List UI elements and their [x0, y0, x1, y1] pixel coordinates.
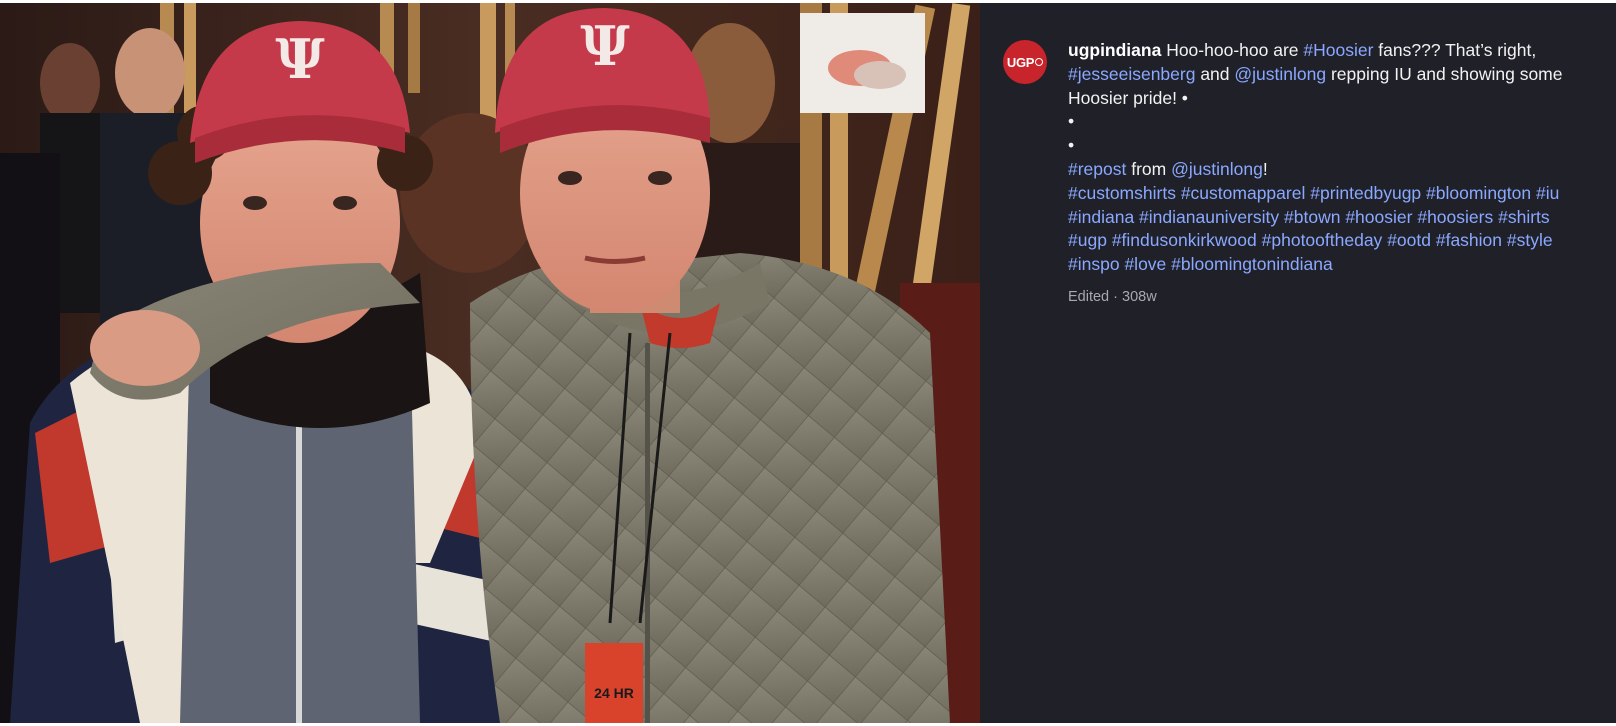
hashtag-link[interactable]: #findusonkirkwood — [1112, 230, 1257, 250]
hashtag-link[interactable]: #bloomingtonindiana — [1171, 254, 1333, 274]
hashtag-link[interactable]: #inspo — [1068, 254, 1120, 274]
avatar-logo: UGP — [1006, 54, 1035, 70]
mention-link[interactable]: @justinlong — [1234, 64, 1326, 84]
avatar-emblem-icon — [1035, 58, 1044, 66]
hashtag-link[interactable]: #hoosiers — [1417, 207, 1493, 227]
profile-avatar[interactable]: UGP — [1003, 40, 1047, 84]
hashtag-link[interactable]: #love — [1124, 254, 1166, 274]
caption-text: Hoo-hoo-hoo are — [1161, 40, 1304, 60]
hashtag-link[interactable]: #iu — [1536, 183, 1559, 203]
edited-label: Edited — [1068, 289, 1110, 305]
hashtag-link[interactable]: #indianauniversity — [1139, 207, 1279, 227]
post-age[interactable]: 308w — [1122, 289, 1157, 305]
hashtag-link[interactable]: #customapparel — [1181, 183, 1306, 203]
caption-text: fans??? That’s right, — [1373, 40, 1537, 60]
hashtag-link[interactable]: #style — [1507, 230, 1553, 250]
caption-text: repping IU and showing some — [1326, 63, 1563, 84]
hashtag-link[interactable]: #printedbyugp — [1310, 183, 1421, 203]
caption-bullet: • — [1068, 135, 1075, 156]
cap-logo-left: Ψ — [275, 27, 324, 91]
caption-text: and — [1195, 63, 1235, 84]
caption-panel: UGP ugpindiana Hoo-hoo-hoo are #Hoosier … — [980, 3, 1616, 723]
hashtag-link[interactable]: #photooftheday — [1262, 230, 1383, 250]
event-badge — [585, 643, 643, 723]
hashtag-link[interactable]: #bloomington — [1426, 183, 1531, 203]
mention-link[interactable]: @justinlong — [1171, 159, 1263, 179]
hashtag-link[interactable]: #ootd — [1387, 230, 1431, 250]
hashtag-link[interactable]: #Hoosier — [1303, 40, 1373, 60]
caption-text: from — [1126, 158, 1172, 179]
meta-separator: · — [1109, 289, 1123, 305]
badge-label: 24 HR — [594, 685, 634, 701]
post-photo[interactable]: Ψ 24 HR Ψ — [0, 3, 980, 723]
hashtag-link[interactable]: #hoosier — [1345, 207, 1412, 227]
hashtag-link[interactable]: #jesseeisenberg — [1068, 64, 1195, 84]
photo-illustration: Ψ 24 HR Ψ — [0, 3, 980, 723]
hashtag-link[interactable]: #repost — [1068, 159, 1126, 179]
caption-text: ! — [1262, 158, 1268, 179]
username-link[interactable]: ugpindiana — [1068, 40, 1161, 60]
hashtag-link[interactable]: #shirts — [1498, 207, 1550, 227]
hashtag-link[interactable]: #ugp — [1068, 230, 1107, 250]
cap-logo-right: Ψ — [580, 14, 629, 78]
hashtag-link[interactable]: #fashion — [1436, 230, 1502, 250]
post-caption: ugpindiana Hoo-hoo-hoo are #Hoosier fans… — [1068, 39, 1598, 277]
post-meta: Edited · 308w — [1068, 289, 1157, 305]
wall-picture — [800, 13, 925, 113]
post-viewer: Ψ 24 HR Ψ UGP ugpindiana Hoo-hoo-hoo are… — [0, 3, 1616, 723]
caption-text: Hoosier pride! • — [1068, 87, 1188, 108]
hashtag-link[interactable]: #indiana — [1068, 207, 1134, 227]
caption-bullet: • — [1068, 111, 1075, 132]
hashtag-link[interactable]: #btown — [1284, 207, 1340, 227]
hashtag-link[interactable]: #customshirts — [1068, 183, 1176, 203]
